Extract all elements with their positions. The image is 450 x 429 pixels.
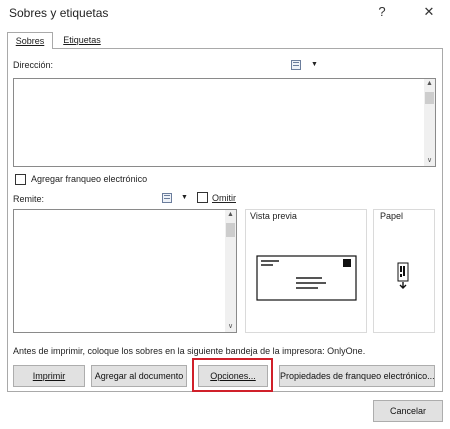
tab-etiquetas-label: Etiquetas: [63, 35, 101, 45]
return-scroll-up-icon[interactable]: ▲: [225, 210, 236, 220]
options-button[interactable]: Opciones...: [198, 365, 268, 387]
close-button[interactable]: ✕: [416, 0, 442, 24]
omit-label-text: Omitir: [212, 193, 236, 203]
address-book-icon-glyph: [293, 62, 299, 66]
cancel-button[interactable]: Cancelar: [373, 400, 443, 422]
postage-properties-button[interactable]: Propiedades de franqueo electrónico...: [279, 365, 435, 387]
scroll-down-icon[interactable]: ∨: [424, 156, 435, 166]
help-button[interactable]: ?: [369, 0, 395, 24]
return-address-book-icon-glyph: [164, 195, 170, 199]
tab-sobres-label: Sobres: [15, 36, 45, 46]
tab-etiquetas[interactable]: Etiquetas: [57, 33, 107, 48]
envelope-preview-image[interactable]: [256, 255, 357, 303]
printer-info-text: Antes de imprimir, coloque los sobres en…: [13, 346, 366, 356]
return-scroll-down-icon[interactable]: ∨: [225, 322, 236, 332]
add-to-document-button[interactable]: Agregar al documento: [91, 365, 187, 387]
postage-label: Agregar franqueo electrónico: [31, 174, 148, 184]
address-scrollbar[interactable]: ▲ ∨: [424, 79, 435, 166]
preview-title: Vista previa: [250, 211, 297, 221]
return-scrollbar[interactable]: ▲ ∨: [225, 210, 236, 332]
chevron-down-icon[interactable]: ▼: [311, 61, 318, 68]
return-address-label: Remite:: [13, 194, 45, 204]
scroll-thumb[interactable]: [425, 92, 434, 104]
print-button[interactable]: Imprimir: [13, 365, 85, 387]
return-address-textarea[interactable]: ▲ ∨: [13, 209, 237, 333]
omit-checkbox[interactable]: [197, 192, 208, 203]
address-textarea[interactable]: ▲ ∨: [13, 78, 436, 167]
tab-sobres[interactable]: Sobres: [7, 32, 53, 49]
postage-checkbox[interactable]: [15, 174, 26, 185]
omit-label: Omitir: [212, 193, 236, 203]
paper-title: Papel: [380, 211, 404, 221]
return-address-book-icon[interactable]: [162, 193, 172, 203]
print-button-label: Imprimir: [32, 371, 66, 381]
paper-feed-svg: [397, 262, 409, 289]
paper-feed-image[interactable]: [396, 262, 410, 292]
address-label: Dirección:: [13, 60, 54, 70]
dialog-title: Sobres y etiquetas: [9, 6, 109, 20]
envelope-preview-svg: [256, 255, 357, 301]
return-chevron-down-icon[interactable]: ▼: [181, 194, 188, 201]
options-button-label: Opciones...: [210, 371, 256, 381]
address-book-icon[interactable]: [291, 60, 301, 70]
return-scroll-thumb[interactable]: [226, 223, 235, 237]
scroll-up-icon[interactable]: ▲: [424, 79, 435, 89]
